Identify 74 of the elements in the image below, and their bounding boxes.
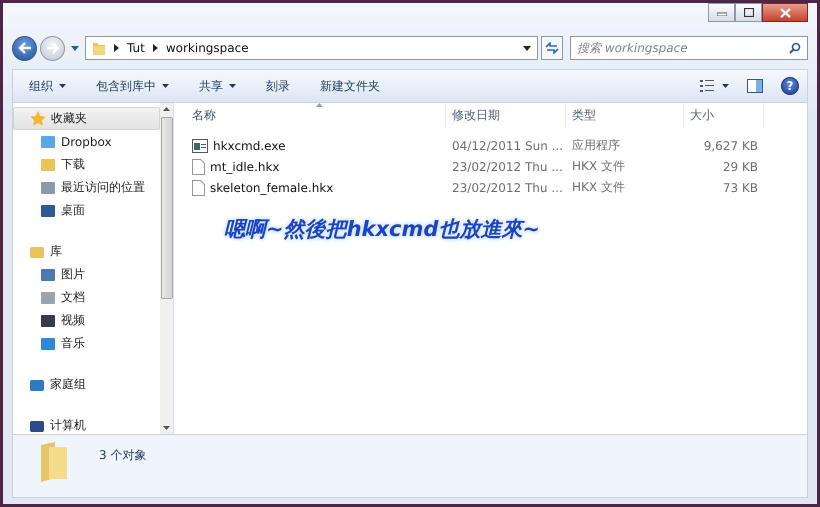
toolbar-menu-button[interactable]: 包含到库中 — [88, 74, 177, 98]
caret-icon — [59, 84, 66, 88]
close-icon — [780, 8, 790, 18]
scrollbar[interactable] — [160, 103, 173, 434]
refresh-button[interactable] — [541, 36, 563, 60]
breadcrumb[interactable]: Tut — [127, 41, 145, 55]
caret-icon — [229, 84, 236, 88]
nav-item[interactable]: 图片 — [13, 263, 160, 286]
address-bar[interactable]: Tut workingspace — [85, 36, 538, 60]
minimize-icon — [716, 10, 726, 16]
nav-item[interactable]: 库 — [13, 240, 160, 263]
right-arrow-icon — [46, 42, 60, 54]
minimize-button[interactable] — [708, 3, 735, 22]
column-header[interactable]: 修改日期 — [446, 103, 566, 127]
search-icon — [789, 42, 801, 54]
left-arrow-icon — [18, 42, 32, 54]
date-cell-text: 04/12/2011 Sun ... — [451, 138, 564, 152]
nav-item[interactable]: Dropbox — [13, 130, 160, 153]
close-button[interactable] — [762, 3, 808, 22]
pane-icon — [747, 79, 763, 93]
nav-item[interactable]: 视频 — [13, 309, 160, 332]
nav-item[interactable]: 下载 — [13, 153, 160, 176]
column-header[interactable]: 名称 — [186, 103, 446, 127]
file-name[interactable]: mt_idle.hkx — [210, 160, 280, 174]
breadcrumb[interactable]: workingspace — [166, 41, 249, 55]
chevron-icon[interactable] — [114, 44, 119, 52]
nav-item[interactable]: 音乐 — [13, 332, 160, 355]
date-cell-text: 23/02/2012 Thu ... — [451, 160, 564, 174]
help-button[interactable]: ? — [781, 77, 799, 95]
dropdown-icon[interactable] — [523, 46, 531, 50]
file-name[interactable]: skeleton_female.hkx — [210, 180, 334, 194]
file-icon — [192, 180, 205, 196]
caret-icon — [722, 84, 729, 88]
nav-item[interactable]: 收藏夹 — [13, 107, 160, 130]
application-icon — [192, 138, 208, 152]
chevron-icon[interactable] — [152, 44, 158, 52]
toolbar-menu-button[interactable]: 共享 — [191, 74, 244, 98]
type-cell-text: HKX 文件 — [571, 158, 626, 175]
list-view-icon — [700, 80, 714, 92]
maximize-icon — [744, 8, 754, 17]
date-cell-text: 23/02/2012 Thu ... — [451, 180, 564, 194]
item-count: 3 个对象 — [99, 447, 146, 464]
file-icon — [192, 158, 205, 174]
type-cell-text: 应用程序 — [571, 137, 621, 154]
nav-item[interactable]: 最近访问的位置 — [13, 176, 160, 199]
toolbar-menu-button[interactable]: 刻录 — [258, 74, 298, 98]
back-button[interactable] — [12, 36, 37, 60]
search-field[interactable]: 搜索 workingspace — [570, 36, 808, 60]
folder-icon — [92, 40, 106, 56]
scroll-up-icon[interactable] — [163, 107, 170, 111]
caret-icon — [162, 84, 169, 88]
scroll-down-icon[interactable] — [163, 426, 170, 430]
refresh-arrows-icon — [544, 42, 560, 54]
size-cell-text: 9,627 KB — [702, 138, 759, 152]
size-cell-text: 73 KB — [722, 180, 759, 194]
folder-icon — [39, 441, 69, 483]
sort-arrow-icon — [316, 103, 322, 107]
column-header[interactable]: 类型 — [566, 103, 684, 127]
file-name[interactable]: hkxcmd.exe — [213, 138, 286, 152]
size-cell-text: 29 KB — [722, 160, 759, 174]
maximize-button[interactable] — [735, 3, 762, 22]
history-dropdown-icon[interactable] — [71, 46, 79, 50]
nav-item[interactable]: 计算机 — [13, 414, 160, 434]
toolbar-menu-button[interactable]: 新建文件夹 — [312, 74, 388, 98]
forward-button[interactable] — [40, 36, 65, 60]
caption-text: 嗯啊~然後把hkxcmd也放進來~ — [224, 216, 540, 243]
nav-item[interactable]: 桌面 — [13, 199, 160, 222]
nav-item[interactable]: 文档 — [13, 286, 160, 309]
scrollbar-thumb[interactable] — [160, 117, 172, 299]
nav-item[interactable]: 家庭组 — [13, 373, 160, 396]
column-header[interactable]: 大小 — [684, 103, 764, 127]
type-cell-text: HKX 文件 — [571, 179, 626, 196]
toolbar-menu-button[interactable]: 组织 — [21, 74, 74, 98]
star-icon — [30, 110, 46, 126]
